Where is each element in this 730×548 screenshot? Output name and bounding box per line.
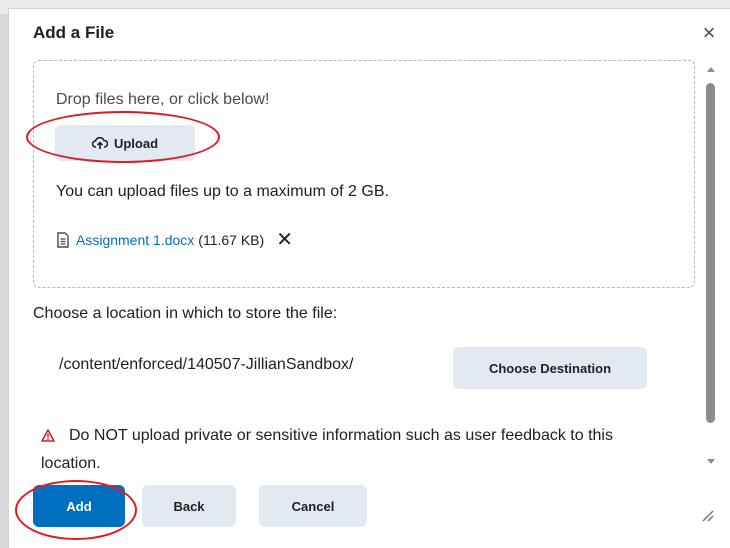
location-label: Choose a location in which to store the …	[33, 305, 338, 322]
destination-path: /content/enforced/140507-JillianSandbox/	[59, 356, 354, 373]
uploaded-file-link[interactable]: Assignment 1.docx	[76, 232, 194, 248]
uploaded-file-size: (11.67 KB)	[198, 232, 265, 248]
add-button[interactable]: Add	[33, 485, 125, 527]
upload-button-label: Upload	[113, 135, 159, 151]
cancel-button[interactable]: Cancel	[259, 485, 367, 527]
add-file-dialog: Add a File × Drop files here, or click b…	[8, 8, 730, 548]
file-drop-zone[interactable]: Drop files here, or click below! Upload …	[33, 60, 695, 288]
scroll-down-arrow-icon[interactable]	[707, 459, 715, 464]
dialog-title: Add a File	[33, 23, 115, 42]
drop-instructions: Drop files here, or click below!	[56, 91, 270, 108]
upload-button[interactable]: Upload	[55, 125, 195, 161]
warning-icon	[41, 425, 55, 451]
privacy-warning: Do NOT upload private or sensitive infor…	[41, 423, 641, 477]
upload-limit-text: You can upload files up to a maximum of …	[56, 183, 389, 200]
dialog-scrollbar[interactable]	[705, 67, 717, 469]
upload-cloud-icon	[91, 136, 108, 150]
close-icon[interactable]: ×	[697, 21, 721, 45]
choose-destination-button[interactable]: Choose Destination	[453, 347, 647, 389]
remove-file-icon[interactable]: ✕	[276, 230, 293, 250]
back-button[interactable]: Back	[142, 485, 236, 527]
document-icon	[56, 232, 70, 248]
warning-text: Do NOT upload private or sensitive infor…	[41, 427, 613, 472]
uploaded-file-row: Assignment 1.docx (11.67 KB) ✕	[56, 229, 293, 251]
resize-handle-icon[interactable]	[699, 507, 715, 523]
scroll-up-arrow-icon[interactable]	[707, 67, 715, 72]
scrollbar-thumb[interactable]	[706, 83, 715, 423]
